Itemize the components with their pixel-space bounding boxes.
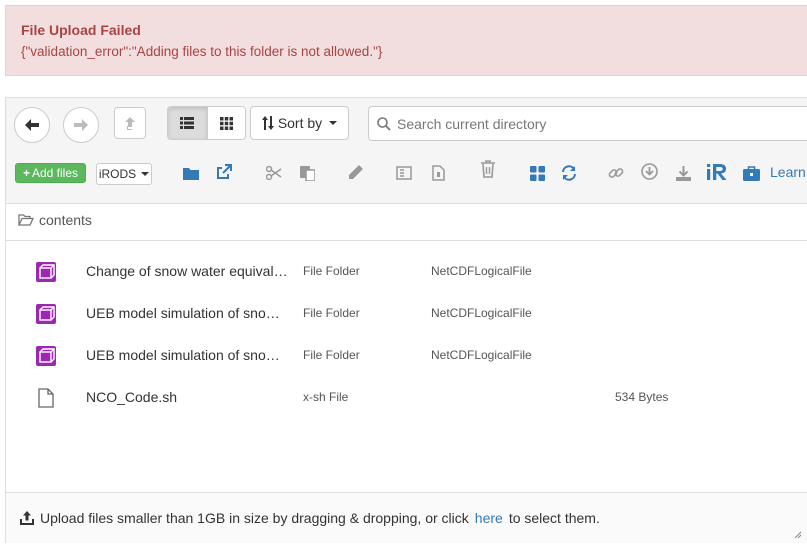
add-files-label: Add files bbox=[31, 166, 79, 180]
arrow-left-icon bbox=[25, 119, 39, 131]
file-type: File Folder bbox=[303, 306, 360, 320]
sort-icon bbox=[261, 116, 274, 130]
irods-button[interactable] bbox=[706, 162, 728, 182]
folder-open-icon bbox=[18, 214, 34, 226]
grid-view-button[interactable] bbox=[206, 107, 245, 139]
irods-dropdown[interactable]: iRODS bbox=[96, 163, 152, 185]
learn-link[interactable]: Learn bbox=[770, 164, 806, 180]
up-directory-button[interactable] bbox=[114, 107, 146, 139]
upload-icon bbox=[20, 511, 34, 525]
search-icon bbox=[377, 116, 391, 131]
caret-down-icon bbox=[329, 121, 338, 125]
download-circle-icon bbox=[640, 162, 658, 180]
breadcrumb-label[interactable]: contents bbox=[39, 212, 92, 228]
list-item[interactable]: UEB model simulation of snow water equiv… bbox=[6, 292, 807, 334]
upload-text: Upload files smaller than 1GB in size by… bbox=[40, 510, 469, 526]
netcdf-icon bbox=[36, 262, 56, 282]
file-icon bbox=[38, 388, 54, 408]
open-link-button[interactable] bbox=[214, 162, 234, 182]
folder-icon bbox=[183, 167, 199, 180]
apps-button[interactable] bbox=[741, 163, 761, 183]
file-toolbar: Sort by + Add files iRODS bbox=[6, 98, 807, 204]
irods-icon bbox=[707, 164, 727, 180]
download-button[interactable] bbox=[673, 163, 693, 183]
grid-icon bbox=[219, 116, 233, 130]
file-size: 534 Bytes bbox=[615, 390, 669, 404]
trash-icon bbox=[481, 160, 495, 178]
plus-icon: + bbox=[22, 166, 30, 180]
upload-text-end: to select them. bbox=[508, 510, 600, 526]
file-zip-icon bbox=[431, 165, 445, 181]
sort-by-dropdown[interactable]: Sort by bbox=[250, 106, 349, 140]
get-link-button[interactable] bbox=[606, 163, 626, 183]
add-files-button[interactable]: + Add files bbox=[15, 163, 86, 183]
th-large-icon bbox=[529, 165, 545, 181]
upload-here-link[interactable]: here bbox=[475, 510, 503, 526]
file-logical-type: NetCDFLogicalFile bbox=[431, 306, 532, 320]
file-type: File Folder bbox=[303, 264, 360, 278]
irods-label: iRODS bbox=[98, 167, 137, 181]
list-item[interactable]: Change of snow water equivalent File Fol… bbox=[6, 250, 807, 292]
sort-by-label: Sort by bbox=[277, 115, 323, 131]
briefcase-icon bbox=[742, 165, 760, 181]
pencil-icon bbox=[349, 165, 363, 179]
search-box bbox=[368, 106, 807, 141]
arrow-right-icon bbox=[74, 119, 88, 131]
archive-icon bbox=[396, 166, 412, 180]
netcdf-icon bbox=[36, 346, 56, 366]
search-input[interactable] bbox=[397, 115, 797, 132]
file-logical-type: NetCDFLogicalFile bbox=[431, 264, 532, 278]
file-type: File Folder bbox=[303, 348, 360, 362]
breadcrumb: contents bbox=[18, 212, 92, 228]
list-item[interactable]: UEB model simulation of snow melt File F… bbox=[6, 334, 807, 376]
refresh-icon bbox=[562, 165, 576, 181]
file-name: UEB model simulation of snow melt bbox=[86, 347, 288, 363]
alert-title: File Upload Failed bbox=[21, 22, 141, 38]
download-circle-button[interactable] bbox=[639, 161, 659, 181]
upload-dropzone[interactable]: Upload files smaller than 1GB in size by… bbox=[6, 492, 807, 543]
file-logical-type: NetCDFLogicalFile bbox=[431, 348, 532, 362]
file-browser: Sort by + Add files iRODS bbox=[5, 97, 807, 543]
rename-button[interactable] bbox=[346, 162, 366, 182]
back-button[interactable] bbox=[14, 107, 50, 143]
list-icon bbox=[180, 117, 195, 129]
caret-down-icon bbox=[141, 172, 150, 176]
netcdf-icon bbox=[36, 304, 56, 324]
scissors-icon bbox=[266, 166, 282, 180]
external-link-icon bbox=[217, 164, 232, 179]
view-toggle bbox=[167, 106, 246, 140]
file-type: x-sh File bbox=[303, 390, 349, 404]
file-name: UEB model simulation of snow water equiv… bbox=[86, 305, 288, 321]
set-aggregation-button[interactable] bbox=[527, 163, 547, 183]
file-name: NCO_Code.sh bbox=[86, 389, 178, 405]
file-list: Change of snow water equivalent File Fol… bbox=[6, 240, 807, 492]
level-up-icon bbox=[125, 116, 135, 130]
delete-button[interactable] bbox=[478, 159, 498, 179]
alert-message: {"validation_error":"Adding files to thi… bbox=[21, 44, 383, 59]
refresh-button[interactable] bbox=[559, 163, 579, 183]
resize-handle-icon[interactable] bbox=[792, 529, 802, 539]
unzip-button[interactable] bbox=[428, 163, 448, 183]
upload-error-alert: File Upload Failed {"validation_error":"… bbox=[5, 5, 807, 76]
link-icon bbox=[608, 168, 624, 178]
new-folder-button[interactable] bbox=[181, 163, 201, 183]
forward-button[interactable] bbox=[63, 107, 99, 143]
download-icon bbox=[675, 165, 691, 181]
cut-button[interactable] bbox=[264, 163, 284, 183]
paste-button[interactable] bbox=[297, 163, 317, 183]
file-name: Change of snow water equivalent bbox=[86, 263, 288, 279]
zip-button[interactable] bbox=[394, 163, 414, 183]
paste-icon bbox=[299, 166, 315, 181]
list-view-button[interactable] bbox=[168, 107, 207, 139]
list-item[interactable]: NCO_Code.sh x-sh File 534 Bytes bbox=[6, 376, 807, 418]
